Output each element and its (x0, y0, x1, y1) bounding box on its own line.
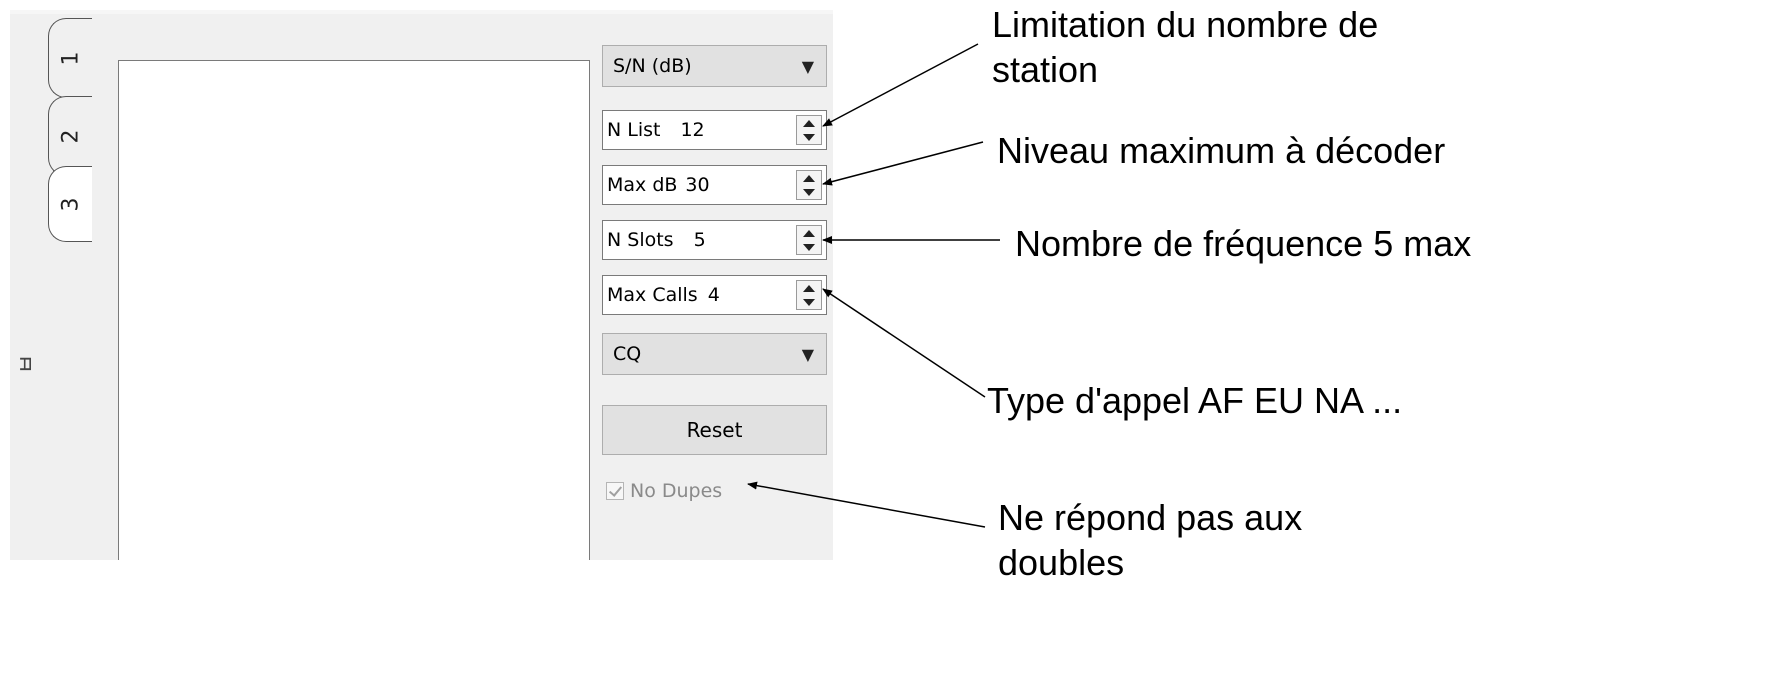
annotation-type: Type d'appel AF EU NA ... (987, 380, 1403, 421)
annotation-nombre: Nombre de fréquence 5 max (1015, 223, 1472, 264)
annotation-niveau: Niveau maximum à décoder (997, 130, 1446, 171)
arrow-type (822, 288, 986, 398)
arrow-limitation (822, 43, 979, 127)
annotation-ne-repond-line2: doubles (998, 542, 1125, 583)
arrow-no-dupes (747, 481, 986, 528)
annotation-limitation-line1: Limitation du nombre de (992, 4, 1379, 45)
annotation-arrows (747, 43, 1000, 528)
annotation-limitation-line2: station (992, 49, 1099, 90)
annotation-ne-repond-line1: Ne répond pas aux (998, 497, 1303, 538)
arrow-niveau (822, 141, 984, 186)
